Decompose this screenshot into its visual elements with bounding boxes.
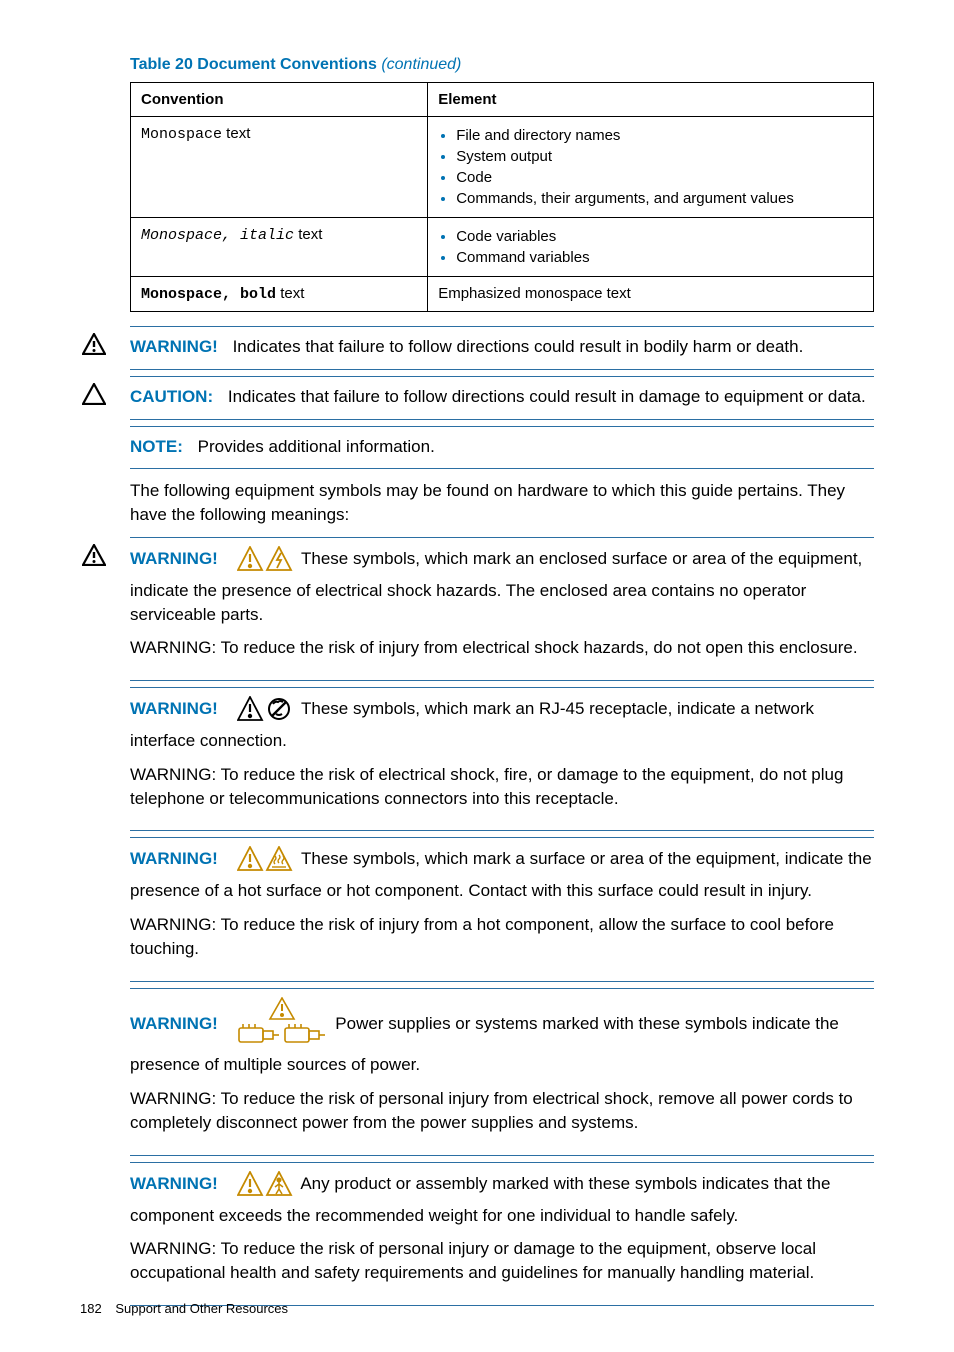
warning-text: Any product or assembly marked with thes… (130, 1174, 830, 1225)
multi-power-symbol-icon (237, 997, 327, 1054)
conv-rest: text (294, 226, 322, 243)
element-list: File and directory names System output C… (438, 125, 863, 209)
conv-mono-italic: Monospace, italic (141, 227, 294, 244)
warning-power: WARNING! Power supplies or systems marke… (130, 988, 874, 1156)
note-admonition: NOTE: Provides additional information. (130, 426, 874, 470)
conv-mono-bold: Monospace, bold (141, 286, 276, 303)
caution-text: Indicates that failure to follow directi… (228, 387, 866, 406)
warning-triangle-icon (82, 544, 106, 573)
page-content: Table 20 Document Conventions (continued… (0, 0, 954, 1352)
warning-detail: WARNING: To reduce the risk of personal … (130, 1087, 874, 1135)
warning-detail: WARNING: To reduce the risk of injury fr… (130, 913, 874, 961)
note-label: NOTE: (130, 437, 183, 456)
warning-label: WARNING! (130, 849, 218, 868)
table-title-text: Table 20 Document Conventions (130, 56, 377, 73)
warning-detail: WARNING: To reduce the risk of electrica… (130, 763, 874, 811)
conv-rest: text (222, 125, 250, 142)
warning-label: WARNING! (130, 549, 218, 568)
table-title: Table 20 Document Conventions (continued… (130, 56, 874, 74)
warning-label: WARNING! (130, 337, 218, 356)
list-item: Command variables (456, 247, 863, 268)
warning-text: These symbols, which mark an RJ-45 recep… (130, 699, 814, 750)
table-row: Monospace, bold text Emphasized monospac… (131, 277, 874, 312)
caution-label: CAUTION: (130, 387, 213, 406)
table-row: Monospace text File and directory names … (131, 117, 874, 218)
table-row: Monospace, italic text Code variables Co… (131, 218, 874, 277)
page-footer: 182 Support and Other Resources (80, 1301, 288, 1316)
list-item: Commands, their arguments, and argument … (456, 188, 863, 209)
list-item: System output (456, 146, 863, 167)
warning-hot: WARNING! These symbols, which mark a sur… (130, 837, 874, 981)
conv-rest: text (276, 285, 304, 302)
warning-label: WARNING! (130, 1014, 218, 1033)
element-cell: Emphasized monospace text (428, 277, 874, 312)
table-title-continued: (continued) (381, 56, 461, 73)
intro-paragraph: The following equipment symbols may be f… (130, 479, 874, 527)
warning-shock: WARNING! These symbols, which mark an en… (130, 537, 874, 681)
warning-triangle-icon (82, 333, 106, 362)
caution-admonition: CAUTION: Indicates that failure to follo… (130, 376, 874, 420)
shock-symbol-icon (237, 546, 293, 579)
list-item: Code (456, 167, 863, 188)
th-element: Element (428, 83, 874, 117)
list-item: File and directory names (456, 125, 863, 146)
page-number: 182 (80, 1301, 102, 1316)
warning-detail: WARNING: To reduce the risk of personal … (130, 1237, 874, 1285)
footer-section: Support and Other Resources (115, 1301, 288, 1316)
hot-surface-symbol-icon (237, 846, 293, 879)
warning-admonition: WARNING! Indicates that failure to follo… (130, 326, 874, 370)
warning-text: Indicates that failure to follow directi… (233, 337, 804, 356)
note-text: Provides additional information. (198, 437, 435, 456)
rj45-symbol-icon (237, 696, 293, 729)
conv-mono: Monospace (141, 126, 222, 143)
warning-weight: WARNING! Any product or assembly marked … (130, 1162, 874, 1306)
warning-label: WARNING! (130, 699, 218, 718)
caution-triangle-icon (82, 383, 106, 412)
list-item: Code variables (456, 226, 863, 247)
conventions-table: Convention Element Monospace text File a… (130, 82, 874, 312)
warning-rj45: WARNING! These symbols, which mark an RJ… (130, 687, 874, 831)
element-list: Code variables Command variables (438, 226, 863, 268)
warning-detail: WARNING: To reduce the risk of injury fr… (130, 636, 874, 660)
warning-label: WARNING! (130, 1174, 218, 1193)
heavy-weight-symbol-icon (237, 1171, 293, 1204)
th-convention: Convention (131, 83, 428, 117)
